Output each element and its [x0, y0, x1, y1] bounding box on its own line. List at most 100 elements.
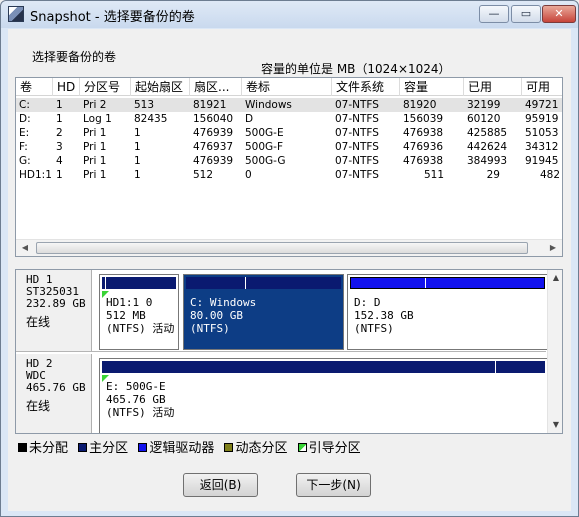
list-header: 卷 HD 分区号 起始扇区 扇区... 卷标 文件系统 容量 已用 可用 [16, 78, 562, 96]
table-row[interactable]: D: 1 Log 1 82435 156040 D 07-NTFS 156039… [16, 112, 562, 126]
col-header-hd[interactable]: HD [53, 78, 80, 96]
legend-item-dynamic: 动态分区 [224, 437, 287, 456]
disk-size: 232.89 GB [26, 297, 86, 310]
table-row[interactable]: E: 2 Pri 1 1 476939 500G-E 07-NTFS 47693… [16, 126, 562, 140]
cell-free: 34312 [525, 141, 559, 153]
cell-start-sector: 1 [134, 169, 141, 181]
col-header-label[interactable]: 卷标 [242, 78, 332, 96]
cell-free: 49721 [525, 99, 559, 111]
scroll-down-icon[interactable]: ▼ [549, 418, 562, 432]
window-title: Snapshot - 选择要备份的卷 [30, 10, 195, 25]
next-button[interactable]: 下一步(N) [296, 473, 371, 497]
cell-hd: 3 [56, 141, 63, 153]
legend-label: 未分配 [29, 441, 69, 456]
cell-hd: 1 [56, 99, 63, 111]
partition-details: D: D 152.38 GB (NTFS) [354, 296, 414, 335]
maximize-icon: ▭ [520, 7, 532, 20]
col-header-capacity[interactable]: 容量 [400, 78, 464, 96]
cell-filesystem: 07-NTFS [335, 127, 379, 139]
partition-fs: (NTFS) 活动 [106, 406, 175, 419]
back-button[interactable]: 返回(B) [183, 473, 258, 497]
partition-usage-fill [102, 277, 107, 289]
app-icon [8, 6, 24, 22]
legend-label: 动态分区 [235, 441, 288, 456]
partition-fs: (NTFS) 活动 [106, 322, 175, 335]
partition-fs: (NTFS) [190, 322, 230, 335]
scroll-right-icon[interactable]: ▶ [546, 242, 560, 254]
dialog-body: 选择要备份的卷 容量的单位是 MB（1024×1024） 卷 HD 分区号 起始… [8, 29, 571, 511]
col-header-start-sector[interactable]: 起始扇区 [131, 78, 190, 96]
cell-sectors: 476939 [193, 127, 234, 139]
cell-partition-no: Pri 1 [83, 127, 107, 139]
partition-c[interactable]: C: Windows 80.00 GB (NTFS) [183, 274, 344, 350]
table-row[interactable]: F: 3 Pri 1 1 476937 500G-F 07-NTFS 47693… [16, 140, 562, 154]
col-header-free[interactable]: 可用 [522, 78, 562, 96]
cell-sectors: 476937 [193, 141, 234, 153]
table-row[interactable]: C: 1 Pri 2 513 81921 Windows 07-NTFS 819… [16, 98, 562, 112]
partition-d[interactable]: D: D 152.38 GB (NTFS) [347, 274, 548, 350]
partition-usage-fill [186, 277, 247, 289]
cell-partition-no: Pri 1 [83, 155, 107, 167]
cell-hd: 2 [56, 127, 63, 139]
cell-sectors: 81921 [193, 99, 227, 111]
minimize-button[interactable]: — [479, 5, 509, 23]
cell-hd: 4 [56, 155, 63, 167]
cell-used: 384993 [467, 155, 508, 167]
partition-usage-bar [102, 277, 176, 289]
cell-capacity: 156039 [403, 113, 444, 125]
close-button[interactable]: ✕ [542, 5, 576, 23]
cell-volume: HD1:1 [19, 169, 52, 181]
col-header-partition-no[interactable]: 分区号 [80, 78, 131, 96]
disk-map: HD 1 ST325031 232.89 GB 在线 HD1:1 0 512 M… [15, 269, 563, 434]
partition-size: 512 MB [106, 309, 146, 322]
table-row[interactable]: G: 4 Pri 1 1 476939 500G-G 07-NTFS 47693… [16, 154, 562, 168]
partition-usage-bar [350, 277, 545, 289]
disk-panel-hd1: HD 1 ST325031 232.89 GB 在线 HD1:1 0 512 M… [16, 270, 548, 352]
cell-used: 60120 [467, 113, 501, 125]
cell-hd: 1 [56, 169, 63, 181]
cell-capacity: 511 [423, 169, 444, 181]
col-header-volume[interactable]: 卷 [16, 78, 53, 96]
cell-filesystem: 07-NTFS [335, 113, 379, 125]
maximize-button[interactable]: ▭ [511, 5, 541, 23]
cell-volume: E: [19, 127, 30, 139]
scroll-up-icon[interactable]: ▲ [549, 271, 562, 285]
legend-swatch [138, 443, 148, 452]
disk-status: 在线 [26, 315, 51, 329]
legend-item-primary: 主分区 [78, 437, 128, 456]
vertical-scrollbar[interactable]: ▲ ▼ [547, 270, 562, 433]
legend-swatch [18, 443, 27, 452]
cell-free: 91945 [525, 155, 559, 167]
disk-panel-hd2: HD 2 WDC 465.76 GB 在线 E: 500G-E 465.76 G… [16, 354, 548, 433]
volume-list[interactable]: 卷 HD 分区号 起始扇区 扇区... 卷标 文件系统 容量 已用 可用 C: … [15, 77, 563, 257]
scroll-left-icon[interactable]: ◀ [18, 242, 32, 254]
legend-label: 引导分区 [308, 441, 361, 456]
cell-free: 95919 [525, 113, 559, 125]
cell-start-sector: 1 [134, 127, 141, 139]
cell-label: 0 [245, 169, 252, 181]
cell-capacity: 81920 [403, 99, 437, 111]
cell-start-sector: 1 [134, 155, 141, 167]
partition-size: 152.38 GB [354, 309, 414, 322]
partition-name: E: 500G-E [106, 380, 166, 393]
close-icon: ✕ [554, 7, 564, 20]
partition-hd1-1[interactable]: HD1:1 0 512 MB (NTFS) 活动 [99, 274, 179, 350]
partition-usage-bar [102, 361, 545, 373]
scroll-thumb[interactable] [36, 242, 528, 254]
col-header-used[interactable]: 已用 [464, 78, 522, 96]
col-header-sectors[interactable]: 扇区... [190, 78, 242, 96]
select-volume-label: 选择要备份的卷 [32, 50, 117, 64]
disk-info: HD 2 WDC 465.76 GB 在线 [16, 354, 92, 433]
cell-sectors: 156040 [193, 113, 234, 125]
cell-filesystem: 07-NTFS [335, 155, 379, 167]
legend-item-logical: 逻辑驱动器 [138, 437, 214, 456]
partition-e[interactable]: E: 500G-E 465.76 GB (NTFS) 活动 [99, 358, 548, 433]
col-header-filesystem[interactable]: 文件系统 [332, 78, 400, 96]
cell-hd: 1 [56, 113, 63, 125]
legend-label: 逻辑驱动器 [149, 441, 215, 456]
horizontal-scrollbar[interactable]: ◀ ▶ [16, 239, 562, 256]
legend-swatch [78, 443, 88, 452]
table-row[interactable]: HD1:1 1 Pri 1 1 512 0 07-NTFS 511 29 482 [16, 168, 562, 182]
cell-filesystem: 07-NTFS [335, 99, 379, 111]
cell-partition-no: Pri 2 [83, 99, 107, 111]
